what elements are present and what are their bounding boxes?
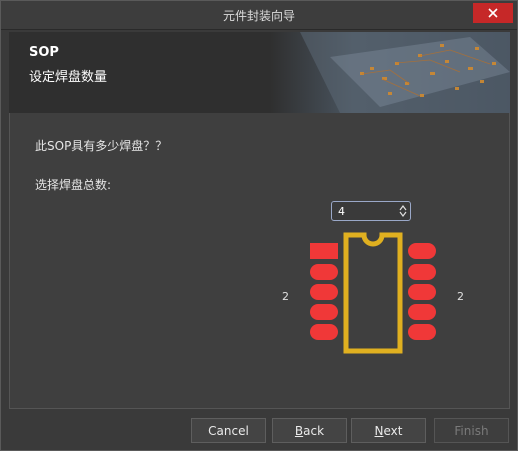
pad-count-spinner[interactable]: 4 xyxy=(331,201,411,221)
component-outline xyxy=(343,232,403,354)
pad-right-2 xyxy=(408,264,436,280)
sop-footprint-preview xyxy=(310,232,436,354)
back-label-rest: ack xyxy=(303,423,325,438)
pad-left-3 xyxy=(310,284,338,300)
pad-left-4 xyxy=(310,304,338,320)
finish-button[interactable]: Finish xyxy=(434,418,509,443)
pad-left-2 xyxy=(310,264,338,280)
back-button[interactable]: Back xyxy=(272,418,347,443)
wizard-header: SOP 设定焊盘数量 xyxy=(9,32,510,113)
close-button[interactable] xyxy=(473,3,513,23)
wizard-footer: Cancel Back Next Finish xyxy=(1,410,517,450)
pad-1 xyxy=(310,243,338,259)
chevron-down-icon[interactable] xyxy=(399,211,407,217)
right-pad-count: 2 xyxy=(457,290,464,303)
next-label-rest: ext xyxy=(383,423,403,438)
pad-left-5 xyxy=(310,324,338,340)
pcb-banner-image xyxy=(270,32,510,113)
title-bar: 元件封装向导 xyxy=(1,1,517,30)
back-accelerator: B xyxy=(294,423,304,438)
header-subtitle: 设定焊盘数量 xyxy=(29,70,108,85)
header-title: SOP xyxy=(29,45,59,60)
next-accelerator: N xyxy=(374,423,384,438)
pad-right-4 xyxy=(408,304,436,320)
close-icon xyxy=(488,8,498,18)
pad-count-value[interactable]: 4 xyxy=(332,205,396,218)
left-pad-count: 2 xyxy=(282,290,289,303)
cancel-button[interactable]: Cancel xyxy=(191,418,266,443)
pad-right-3 xyxy=(408,284,436,300)
wizard-content: 此SOP具有多少焊盘？？ 选择焊盘总数: 4 2 2 xyxy=(9,113,510,409)
pad-question-text: 此SOP具有多少焊盘？？ xyxy=(35,139,168,153)
next-button[interactable]: Next xyxy=(351,418,426,443)
window-title: 元件封装向导 xyxy=(222,9,295,23)
pad-total-label: 选择焊盘总数: xyxy=(35,178,112,192)
dialog-window: 元件封装向导 SOP 设定焊盘数量 此SOP具有多少焊盘？？ 选择焊盘总数: 4… xyxy=(0,0,518,451)
pad-right-1 xyxy=(408,243,436,259)
spinner-arrows[interactable] xyxy=(396,202,410,220)
pad-right-5 xyxy=(408,324,436,340)
